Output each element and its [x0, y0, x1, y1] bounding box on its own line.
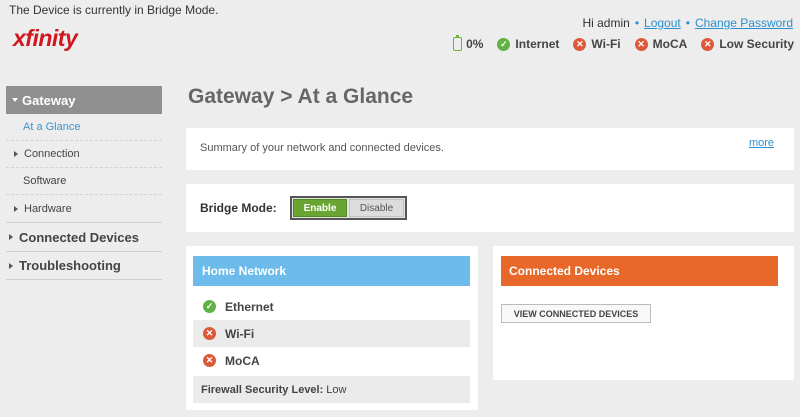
- change-password-link[interactable]: Change Password: [695, 16, 793, 30]
- network-row-ethernet: ✓ Ethernet: [193, 293, 470, 320]
- caret-right-icon: [14, 205, 18, 212]
- network-row-label: Wi-Fi: [225, 326, 255, 341]
- home-network-panel: Home Network ✓ Ethernet ✕ Wi-Fi ✕ MoCA F…: [186, 246, 478, 410]
- security-status: ✕ Low Security: [701, 37, 794, 51]
- sidebar-section-label: Gateway: [22, 92, 76, 108]
- user-bar: Hi admin • Logout • Change Password: [582, 16, 793, 30]
- network-row-moca: ✕ MoCA: [193, 347, 470, 374]
- summary-text: Summary of your network and connected de…: [200, 142, 444, 154]
- sidebar-item-connection[interactable]: Connection: [6, 141, 162, 168]
- caret-right-icon: [9, 234, 13, 240]
- caret-right-icon: [14, 151, 18, 157]
- check-icon: ✓: [203, 300, 216, 313]
- battery-icon: [453, 34, 463, 51]
- error-icon: ✕: [573, 37, 587, 51]
- internet-label: Internet: [515, 37, 560, 51]
- wifi-status: ✕ Wi-Fi: [573, 37, 621, 51]
- moca-label: MoCA: [652, 37, 688, 51]
- disable-button[interactable]: Disable: [349, 199, 404, 217]
- sidebar-item-gateway[interactable]: Gateway: [6, 86, 162, 114]
- connected-devices-panel: Connected Devices VIEW CONNECTED DEVICES: [493, 246, 794, 380]
- bridge-mode-panel: Bridge Mode: Enable Disable: [186, 184, 794, 232]
- separator: •: [685, 16, 690, 30]
- sidebar-item-connected-devices[interactable]: Connected Devices: [6, 222, 162, 251]
- bridge-mode-label: Bridge Mode:: [200, 201, 277, 215]
- error-icon: ✕: [701, 37, 715, 51]
- bridge-mode-toggle: Enable Disable: [290, 196, 407, 220]
- home-network-title: Home Network: [193, 256, 470, 286]
- network-row-wifi: ✕ Wi-Fi: [193, 320, 470, 347]
- security-label: Low Security: [719, 37, 794, 51]
- sidebar-item-troubleshooting[interactable]: Troubleshooting: [6, 251, 162, 280]
- page-title: Gateway > At a Glance: [188, 85, 414, 108]
- status-bar: 0% ✓ Internet ✕ Wi-Fi ✕ MoCA ✕ Low Secur…: [453, 34, 794, 51]
- battery-status: 0%: [453, 34, 484, 51]
- battery-label: 0%: [466, 37, 484, 51]
- sidebar: Gateway At a Glance Connection Software …: [6, 86, 162, 280]
- caret-right-icon: [9, 262, 13, 269]
- logout-link[interactable]: Logout: [644, 16, 681, 30]
- sidebar-item-software[interactable]: Software: [6, 168, 162, 195]
- sidebar-item-label: Connected Devices: [19, 229, 139, 245]
- bridge-mode-banner: The Device is currently in Bridge Mode.: [9, 3, 219, 17]
- sidebar-item-hardware[interactable]: Hardware: [6, 195, 162, 222]
- sidebar-item-at-a-glance[interactable]: At a Glance: [6, 114, 162, 141]
- firewall-value: Low: [326, 383, 347, 396]
- moca-status: ✕ MoCA: [634, 37, 688, 51]
- connected-devices-title: Connected Devices: [501, 256, 778, 286]
- xfinity-logo[interactable]: xfinity: [13, 25, 78, 52]
- network-row-label: Ethernet: [225, 299, 274, 314]
- internet-status: ✓ Internet: [497, 37, 559, 51]
- sidebar-item-label: Hardware: [24, 202, 72, 215]
- error-icon: ✕: [634, 37, 648, 51]
- sidebar-item-label: Connection: [24, 148, 80, 160]
- enable-button[interactable]: Enable: [293, 199, 347, 217]
- wifi-label: Wi-Fi: [591, 37, 621, 51]
- firewall-level: Firewall Security Level: Low: [193, 376, 470, 403]
- sidebar-item-label: Troubleshooting: [19, 258, 121, 273]
- firewall-label: Firewall Security Level:: [201, 383, 324, 396]
- greeting: Hi admin: [582, 16, 630, 30]
- more-link[interactable]: more: [749, 137, 774, 149]
- check-icon: ✓: [497, 37, 511, 51]
- error-icon: ✕: [203, 327, 216, 340]
- caret-down-icon: [12, 98, 18, 102]
- network-row-label: MoCA: [225, 353, 260, 368]
- summary-panel: Summary of your network and connected de…: [186, 128, 794, 170]
- separator: •: [634, 16, 640, 30]
- error-icon: ✕: [203, 354, 216, 367]
- view-connected-devices-button[interactable]: VIEW CONNECTED DEVICES: [501, 304, 651, 323]
